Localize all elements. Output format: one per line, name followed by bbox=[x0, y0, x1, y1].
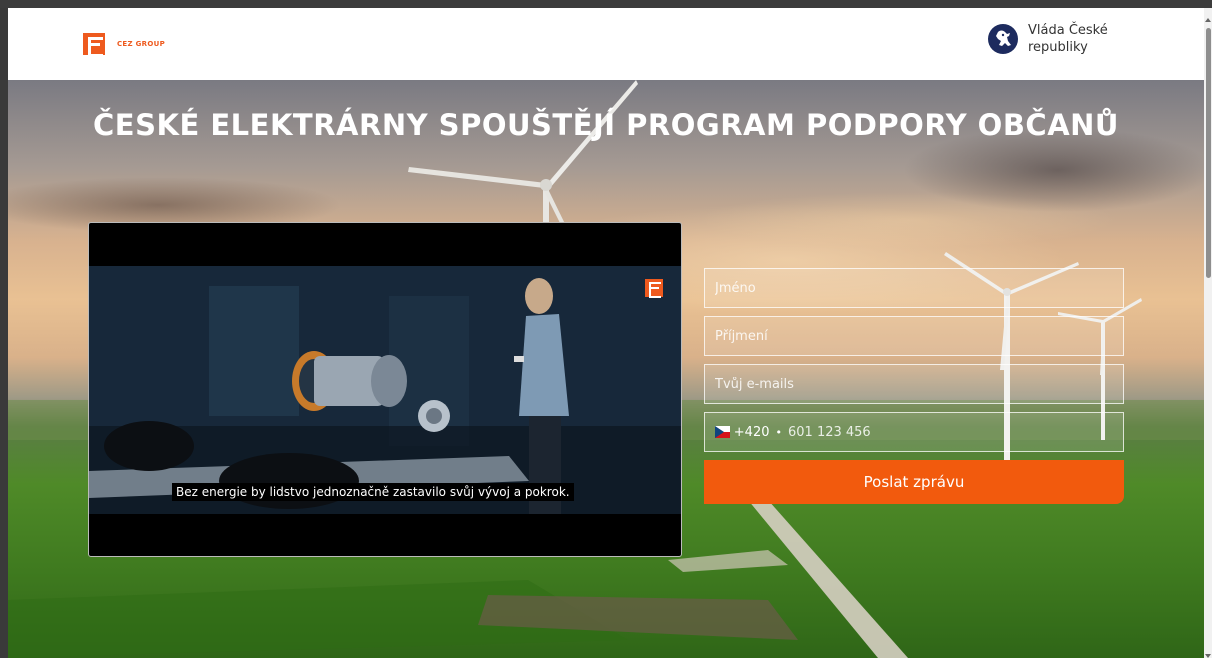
page: CEZ GROUP Vláda České republiky ČESKÉ EL… bbox=[8, 8, 1204, 658]
phone-prefix: +420 bbox=[733, 424, 770, 440]
first-name-field[interactable] bbox=[704, 268, 1124, 308]
government-badge[interactable]: Vláda České republiky bbox=[988, 22, 1138, 56]
video-cez-logo-icon bbox=[645, 279, 663, 298]
page-scrollbar[interactable] bbox=[1204, 8, 1212, 658]
hero-section: ČESKÉ ELEKTRÁRNY SPOUŠTĚJÍ PROGRAM PODPO… bbox=[8, 80, 1204, 658]
submit-button[interactable]: Poslat zprávu bbox=[704, 460, 1124, 504]
contact-form: +420 • Poslat zprávu bbox=[704, 268, 1124, 504]
video-subtitle: Bez energie by lidstvo jednoznačně zasta… bbox=[172, 483, 574, 501]
email-input[interactable] bbox=[715, 376, 1123, 392]
phone-separator: • bbox=[775, 425, 783, 439]
first-name-input[interactable] bbox=[715, 280, 1123, 296]
scroll-thumb[interactable] bbox=[1206, 28, 1211, 278]
window-top-border bbox=[0, 0, 1212, 8]
phone-input[interactable] bbox=[788, 424, 1123, 440]
video-frame[interactable]: Bez energie by lidstvo jednoznačně zasta… bbox=[89, 266, 681, 514]
scroll-down-arrow-icon[interactable] bbox=[1205, 654, 1211, 658]
czech-flag-icon[interactable] bbox=[715, 426, 730, 438]
site-header: CEZ GROUP Vláda České republiky bbox=[8, 8, 1204, 80]
czech-lion-emblem-icon bbox=[988, 24, 1018, 54]
video-player[interactable]: Bez energie by lidstvo jednoznačně zasta… bbox=[88, 222, 682, 557]
email-field[interactable] bbox=[704, 364, 1124, 404]
logo-text: CEZ GROUP bbox=[117, 40, 166, 48]
page-headline: ČESKÉ ELEKTRÁRNY SPOUŠTĚJÍ PROGRAM PODPO… bbox=[93, 108, 1119, 142]
government-label: Vláda České republiky bbox=[1028, 23, 1108, 55]
last-name-input[interactable] bbox=[715, 328, 1123, 344]
scroll-up-arrow-icon[interactable] bbox=[1205, 18, 1211, 22]
cez-logo[interactable]: CEZ GROUP bbox=[83, 33, 166, 57]
phone-field[interactable]: +420 • bbox=[704, 412, 1124, 452]
last-name-field[interactable] bbox=[704, 316, 1124, 356]
cez-logo-icon bbox=[83, 33, 105, 57]
video-scene bbox=[89, 266, 681, 514]
